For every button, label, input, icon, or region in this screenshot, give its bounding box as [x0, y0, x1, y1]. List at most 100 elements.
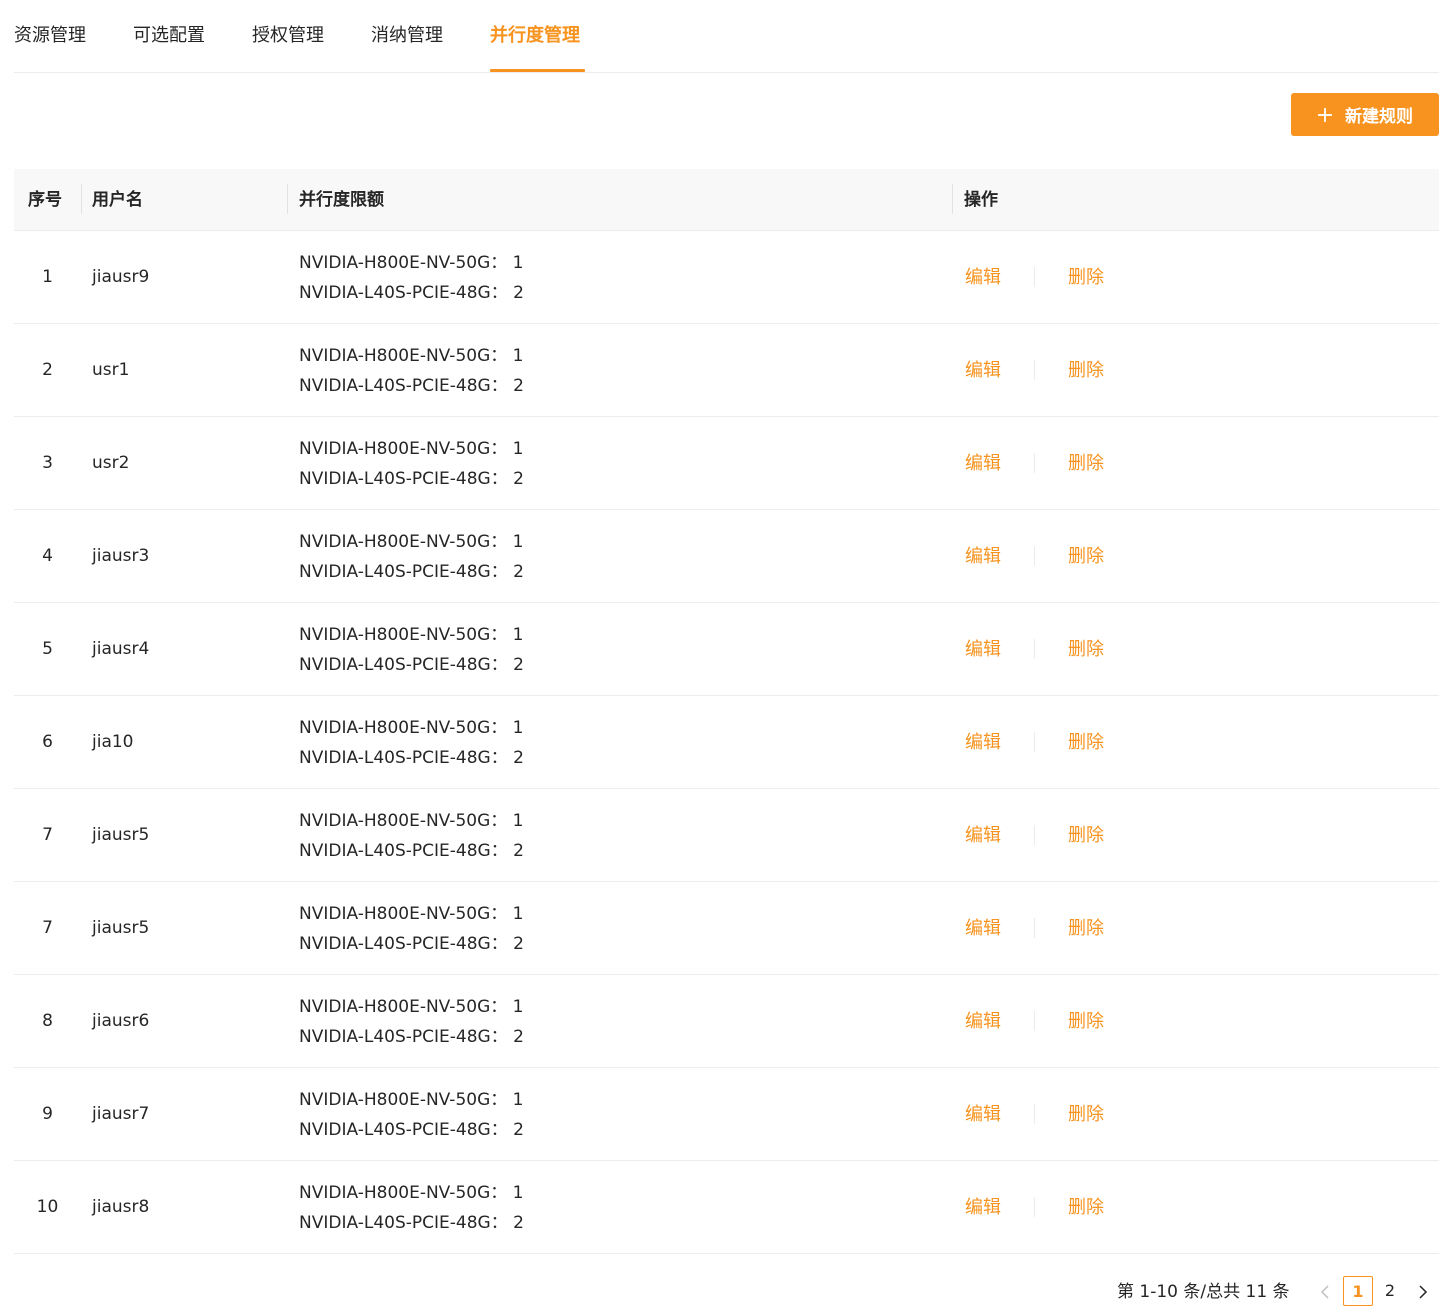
table-row: 2 usr1 NVIDIA-H800E-NV-50G： 1 NVIDIA-L40S-P… — [14, 324, 1439, 417]
action-divider — [1034, 1104, 1035, 1124]
edit-button[interactable]: 编辑 — [965, 324, 1001, 417]
row-index: 10 — [36, 1197, 59, 1217]
header-divider — [81, 184, 82, 214]
delete-button[interactable]: 删除 — [1068, 324, 1104, 417]
quota-line: NVIDIA-L40S-PCIE-48G： 2 — [299, 283, 524, 303]
tab-optional-config[interactable]: 可选配置 — [133, 22, 205, 50]
tab-authorization-management[interactable]: 授权管理 — [252, 22, 324, 50]
row-quota: NVIDIA-H800E-NV-50G： 1 NVIDIA-L40S-PCIE-4… — [299, 434, 524, 494]
edit-button[interactable]: 编辑 — [965, 231, 1001, 324]
chevron-left-icon[interactable] — [1314, 1276, 1336, 1308]
edit-button[interactable]: 编辑 — [965, 882, 1001, 975]
edit-button[interactable]: 编辑 — [965, 1161, 1001, 1254]
row-index: 7 — [42, 825, 53, 845]
row-username: jiausr5 — [92, 825, 150, 845]
row-index: 6 — [42, 732, 53, 752]
delete-button[interactable]: 删除 — [1068, 510, 1104, 603]
quota-line: NVIDIA-H800E-NV-50G： 1 — [299, 625, 524, 645]
action-divider — [1034, 1011, 1035, 1031]
table-row: 8 jiausr6 NVIDIA-H800E-NV-50G： 1 NVIDIA-L40… — [14, 975, 1439, 1068]
quota-line: NVIDIA-H800E-NV-50G： 1 — [299, 532, 524, 552]
table-row: 4 jiausr3 NVIDIA-H800E-NV-50G： 1 NVIDIA-L40… — [14, 510, 1439, 603]
action-divider — [1034, 639, 1035, 659]
row-quota: NVIDIA-H800E-NV-50G： 1 NVIDIA-L40S-PCIE-4… — [299, 248, 524, 308]
row-quota: NVIDIA-H800E-NV-50G： 1 NVIDIA-L40S-PCIE-4… — [299, 713, 524, 773]
pagination-page-1[interactable]: 1 — [1343, 1276, 1373, 1306]
row-quota: NVIDIA-H800E-NV-50G： 1 NVIDIA-L40S-PCIE-4… — [299, 806, 524, 866]
pagination: 第 1-10 条/总共 11 条 1 2 — [0, 1276, 1442, 1308]
row-username: jiausr9 — [92, 267, 150, 287]
table-row: 9 jiausr7 NVIDIA-H800E-NV-50G： 1 NVIDIA-L40… — [14, 1068, 1439, 1161]
quota-line: NVIDIA-L40S-PCIE-48G： 2 — [299, 655, 524, 675]
row-index: 5 — [42, 639, 53, 659]
quota-line: NVIDIA-H800E-NV-50G： 1 — [299, 997, 524, 1017]
tab-parallelism-management[interactable]: 并行度管理 — [490, 22, 580, 50]
table-row: 5 jiausr4 NVIDIA-H800E-NV-50G： 1 NVIDIA-L40… — [14, 603, 1439, 696]
header-divider — [287, 184, 288, 214]
edit-button[interactable]: 编辑 — [965, 975, 1001, 1068]
pagination-page-2[interactable]: 2 — [1375, 1276, 1405, 1306]
delete-button[interactable]: 删除 — [1068, 417, 1104, 510]
edit-button[interactable]: 编辑 — [965, 510, 1001, 603]
tab-consumption-management[interactable]: 消纳管理 — [371, 22, 443, 50]
quota-line: NVIDIA-L40S-PCIE-48G： 2 — [299, 748, 524, 768]
row-index: 4 — [42, 546, 53, 566]
edit-button[interactable]: 编辑 — [965, 603, 1001, 696]
chevron-right-icon[interactable] — [1412, 1276, 1434, 1308]
row-username: jiausr4 — [92, 639, 150, 659]
action-divider — [1034, 267, 1035, 287]
row-quota: NVIDIA-H800E-NV-50G： 1 NVIDIA-L40S-PCIE-4… — [299, 527, 524, 587]
row-index: 1 — [42, 267, 53, 287]
header-index: 序号 — [28, 190, 62, 210]
delete-button[interactable]: 删除 — [1068, 789, 1104, 882]
delete-button[interactable]: 删除 — [1068, 1161, 1104, 1254]
edit-button[interactable]: 编辑 — [965, 696, 1001, 789]
row-username: jiausr7 — [92, 1104, 150, 1124]
header-username: 用户名 — [92, 190, 143, 210]
plus-icon — [1317, 107, 1333, 123]
row-username: jiausr5 — [92, 918, 150, 938]
delete-button[interactable]: 删除 — [1068, 1068, 1104, 1161]
quota-line: NVIDIA-H800E-NV-50G： 1 — [299, 904, 524, 924]
quota-line: NVIDIA-L40S-PCIE-48G： 2 — [299, 469, 524, 489]
action-divider — [1034, 1197, 1035, 1217]
row-quota: NVIDIA-H800E-NV-50G： 1 NVIDIA-L40S-PCIE-4… — [299, 341, 524, 401]
quota-line: NVIDIA-H800E-NV-50G： 1 — [299, 253, 524, 273]
active-tab-indicator — [490, 69, 585, 72]
header-actions: 操作 — [964, 190, 998, 210]
row-index: 3 — [42, 453, 53, 473]
row-quota: NVIDIA-H800E-NV-50G： 1 NVIDIA-L40S-PCIE-4… — [299, 620, 524, 680]
row-username: jia10 — [92, 732, 134, 752]
table-row: 3 usr2 NVIDIA-H800E-NV-50G： 1 NVIDIA-L40S-P… — [14, 417, 1439, 510]
quota-line: NVIDIA-H800E-NV-50G： 1 — [299, 1183, 524, 1203]
tab-resource-management[interactable]: 资源管理 — [14, 22, 86, 50]
quota-line: NVIDIA-L40S-PCIE-48G： 2 — [299, 562, 524, 582]
row-index: 7 — [42, 918, 53, 938]
quota-line: NVIDIA-L40S-PCIE-48G： 2 — [299, 376, 524, 396]
row-username: jiausr8 — [92, 1197, 150, 1217]
delete-button[interactable]: 删除 — [1068, 696, 1104, 789]
table-row: 10 jiausr8 NVIDIA-H800E-NV-50G： 1 NVIDIA-L4… — [14, 1161, 1439, 1254]
quota-line: NVIDIA-L40S-PCIE-48G： 2 — [299, 841, 524, 861]
edit-button[interactable]: 编辑 — [965, 417, 1001, 510]
quota-line: NVIDIA-H800E-NV-50G： 1 — [299, 811, 524, 831]
edit-button[interactable]: 编辑 — [965, 1068, 1001, 1161]
row-username: usr1 — [92, 360, 130, 380]
row-quota: NVIDIA-H800E-NV-50G： 1 NVIDIA-L40S-PCIE-4… — [299, 992, 524, 1052]
delete-button[interactable]: 删除 — [1068, 231, 1104, 324]
parallelism-table: 序号 用户名 并行度限额 操作 1 jiausr9 NVIDIA-H800E-NV-… — [14, 169, 1439, 1254]
tab-bar: 资源管理 可选配置 授权管理 消纳管理 并行度管理 — [14, 0, 1439, 73]
table-header: 序号 用户名 并行度限额 操作 — [14, 169, 1439, 231]
row-index: 8 — [42, 1011, 53, 1031]
row-index: 2 — [42, 360, 53, 380]
delete-button[interactable]: 删除 — [1068, 603, 1104, 696]
quota-line: NVIDIA-L40S-PCIE-48G： 2 — [299, 1213, 524, 1233]
new-rule-label: 新建规则 — [1345, 107, 1413, 127]
delete-button[interactable]: 删除 — [1068, 882, 1104, 975]
edit-button[interactable]: 编辑 — [965, 789, 1001, 882]
quota-line: NVIDIA-H800E-NV-50G： 1 — [299, 439, 524, 459]
quota-line: NVIDIA-L40S-PCIE-48G： 2 — [299, 1120, 524, 1140]
new-rule-button[interactable]: 新建规则 — [1291, 93, 1439, 136]
delete-button[interactable]: 删除 — [1068, 975, 1104, 1068]
pagination-total: 第 1-10 条/总共 11 条 — [1117, 1282, 1290, 1302]
